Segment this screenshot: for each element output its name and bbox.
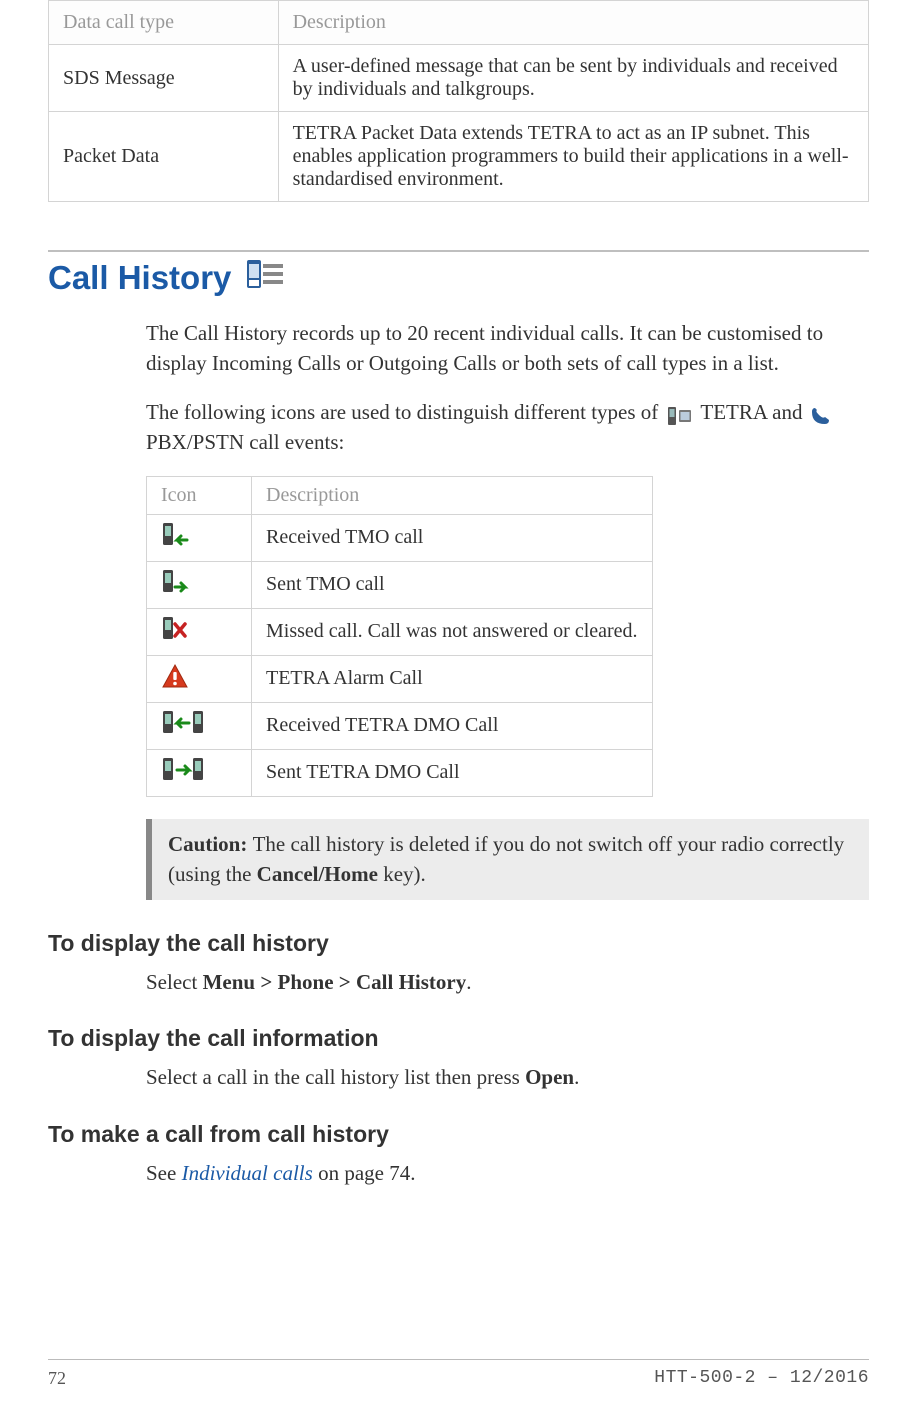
pbx-pstn-phone-icon bbox=[811, 404, 833, 424]
desc-cell: Missed call. Call was not answered or cl… bbox=[252, 608, 653, 655]
subheading-display-info: To display the call information bbox=[48, 1025, 869, 1052]
table-row: Sent TETRA DMO Call bbox=[147, 749, 653, 796]
desc-cell: Sent TMO call bbox=[252, 561, 653, 608]
table-row: TETRA Alarm Call bbox=[147, 655, 653, 702]
table-row: Received TETRA DMO Call bbox=[147, 702, 653, 749]
received-tmo-call-icon bbox=[161, 522, 189, 548]
table-header: Description bbox=[278, 1, 868, 45]
table-row: Received TMO call bbox=[147, 514, 653, 561]
intro2-pre: The following icons are used to distingu… bbox=[146, 400, 658, 424]
icon-cell bbox=[147, 702, 252, 749]
step-bold: Menu > Phone > Call History bbox=[203, 970, 467, 994]
cross-reference-link[interactable]: Individual calls bbox=[182, 1161, 313, 1185]
step-pre: See bbox=[146, 1161, 182, 1185]
desc-cell: Sent TETRA DMO Call bbox=[252, 749, 653, 796]
table-header: Description bbox=[252, 476, 653, 514]
received-tetra-dmo-call-icon bbox=[161, 710, 205, 736]
table-row: Sent TMO call bbox=[147, 561, 653, 608]
desc-cell: Received TETRA DMO Call bbox=[252, 702, 653, 749]
sent-tetra-dmo-call-icon bbox=[161, 757, 205, 783]
cell-type: SDS Message bbox=[49, 45, 279, 112]
step-text: Select Menu > Phone > Call History. bbox=[146, 967, 869, 997]
call-icon-table: Icon Description Received TMO call bbox=[146, 476, 653, 797]
document-id: HTT-500-2 – 12/2016 bbox=[654, 1368, 869, 1389]
cell-type: Packet Data bbox=[49, 112, 279, 202]
caution-text-post: key). bbox=[378, 862, 426, 886]
data-call-type-table: Data call type Description SDS Message A… bbox=[48, 0, 869, 202]
step-pre: Select bbox=[146, 970, 203, 994]
intro2-post: PBX/PSTN call events: bbox=[146, 430, 344, 454]
sent-tmo-call-icon bbox=[161, 569, 189, 595]
call-history-icon bbox=[245, 258, 285, 298]
icon-cell bbox=[147, 749, 252, 796]
desc-cell: TETRA Alarm Call bbox=[252, 655, 653, 702]
subheading-make-call: To make a call from call history bbox=[48, 1121, 869, 1148]
section-divider bbox=[48, 250, 869, 252]
caution-label: Caution: bbox=[168, 832, 247, 856]
caution-note: Caution: The call history is deleted if … bbox=[146, 819, 869, 900]
step-text: Select a call in the call history list t… bbox=[146, 1062, 869, 1092]
step-post: on page 74. bbox=[313, 1161, 416, 1185]
intro-paragraph-2: The following icons are used to distingu… bbox=[146, 397, 869, 458]
table-header: Data call type bbox=[49, 1, 279, 45]
subheading-display-history: To display the call history bbox=[48, 930, 869, 957]
step-post: . bbox=[574, 1065, 579, 1089]
icon-cell bbox=[147, 608, 252, 655]
table-row: SDS Message A user-defined message that … bbox=[49, 45, 869, 112]
table-row: Missed call. Call was not answered or cl… bbox=[147, 608, 653, 655]
intro2-mid: TETRA and bbox=[700, 400, 802, 424]
icon-cell bbox=[147, 514, 252, 561]
section-heading: Call History bbox=[48, 258, 869, 298]
step-pre: Select a call in the call history list t… bbox=[146, 1065, 525, 1089]
cell-desc: A user-defined message that can be sent … bbox=[278, 45, 868, 112]
page-footer: 72 HTT-500-2 – 12/2016 bbox=[48, 1359, 869, 1389]
intro-paragraph-1: The Call History records up to 20 recent… bbox=[146, 318, 869, 379]
step-text: See Individual calls on page 74. bbox=[146, 1158, 869, 1188]
caution-bold: Cancel/Home bbox=[257, 862, 378, 886]
step-bold: Open bbox=[525, 1065, 574, 1089]
icon-cell bbox=[147, 655, 252, 702]
tetra-radio-icon bbox=[667, 404, 693, 424]
page-number: 72 bbox=[48, 1368, 66, 1389]
table-row: Packet Data TETRA Packet Data extends TE… bbox=[49, 112, 869, 202]
desc-cell: Received TMO call bbox=[252, 514, 653, 561]
cell-desc: TETRA Packet Data extends TETRA to act a… bbox=[278, 112, 868, 202]
tetra-alarm-call-icon bbox=[161, 663, 189, 689]
icon-cell bbox=[147, 561, 252, 608]
section-title-text: Call History bbox=[48, 259, 231, 297]
table-header: Icon bbox=[147, 476, 252, 514]
step-post: . bbox=[466, 970, 471, 994]
missed-call-icon bbox=[161, 616, 189, 642]
